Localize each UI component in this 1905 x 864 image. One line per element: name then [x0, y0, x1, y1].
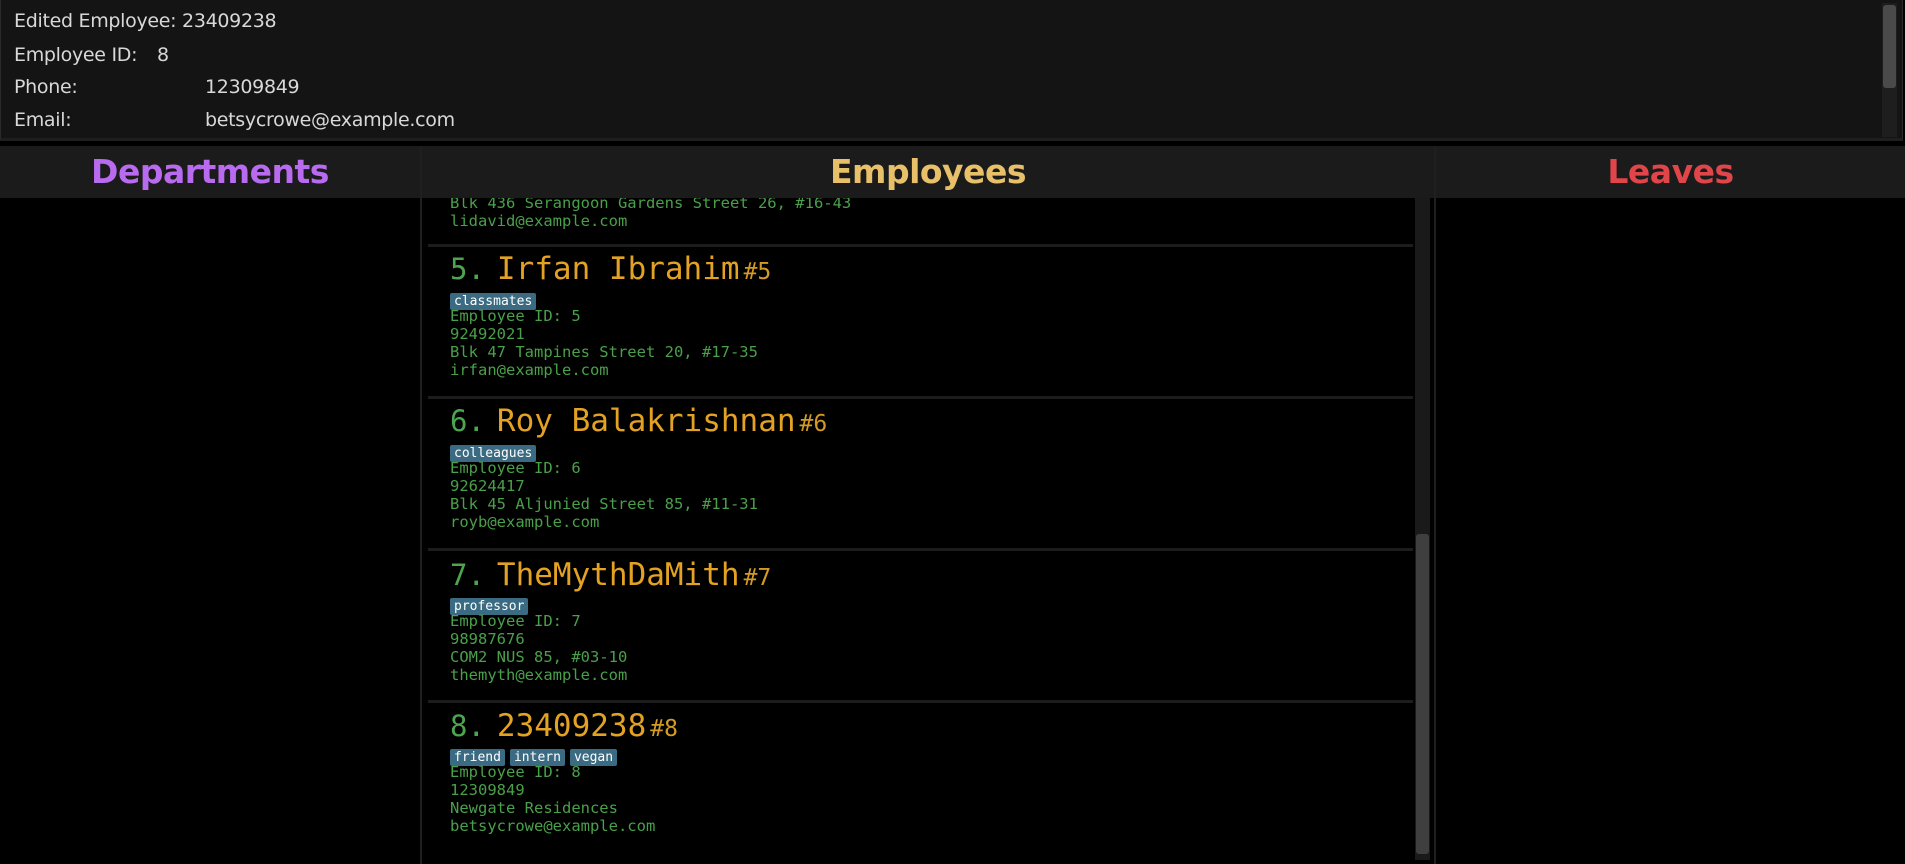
result-scrollbar-thumb[interactable] — [1883, 5, 1896, 88]
employee-phone: 98987676 — [450, 630, 525, 648]
employee-address: Blk 47 Tampines Street 20, #17-35 — [450, 343, 758, 361]
result-phone-label: Phone: — [14, 76, 78, 98]
employee-title-row: 7. TheMythDaMith #7 — [450, 557, 771, 593]
result-phone-line: Phone: 12309849 — [14, 76, 300, 98]
leaves-list — [1438, 198, 1905, 864]
result-edited-line: Edited Employee: 23409238 — [14, 10, 277, 32]
departments-list — [0, 198, 420, 864]
employee-email: irfan@example.com — [450, 361, 609, 379]
employee-index: 8. — [450, 709, 485, 743]
employee-email: themyth@example.com — [450, 666, 628, 684]
employee-id-tag: #6 — [799, 411, 828, 437]
employee-id: Employee ID: 5 — [450, 307, 581, 325]
employee-name: Roy Balakrishnan — [496, 403, 796, 439]
employee-email: lidavid@example.com — [450, 212, 628, 230]
result-email-value: betsycrowe@example.com — [205, 109, 455, 131]
employee-index: 5. — [450, 252, 485, 286]
employee-email: betsycrowe@example.com — [450, 817, 656, 835]
result-id-line: Employee ID: 8 — [14, 44, 169, 66]
employee-id: Employee ID: 6 — [450, 459, 581, 477]
result-id-label: Employee ID: — [14, 44, 138, 66]
result-display: Edited Employee: 23409238 Employee ID: 8… — [0, 0, 1903, 141]
employee-phone: 92492021 — [450, 325, 525, 343]
employee-index: 7. — [450, 558, 485, 592]
employee-index: 6. — [450, 404, 485, 438]
employee-address: Blk 45 Aljunied Street 85, #11-31 — [450, 495, 758, 513]
result-email-line: Email: betsycrowe@example.com — [14, 109, 455, 131]
result-id-value: 8 — [157, 44, 169, 66]
employee-email: royb@example.com — [450, 513, 600, 531]
employee-title-row: 8. 23409238 #8 — [450, 708, 678, 744]
result-phone-value: 12309849 — [205, 76, 300, 98]
departments-header: Departments — [0, 146, 420, 198]
employee-card[interactable]: 6. Roy Balakrishnan #6 colleagues Employee… — [428, 399, 1413, 551]
leaves-header: Leaves — [1436, 146, 1905, 198]
employee-list[interactable]: Blk 436 Serangoon Gardens Street 26, #16… — [424, 198, 1424, 858]
employee-name: 23409238 — [496, 708, 647, 744]
employee-id: Employee ID: 8 — [450, 763, 581, 781]
employee-address: Blk 436 Serangoon Gardens Street 26, #16… — [450, 198, 852, 212]
panel-divider — [1434, 146, 1436, 864]
employee-phone: 12309849 — [450, 781, 525, 799]
employee-address: COM2 NUS 85, #03-10 — [450, 648, 628, 666]
employee-list-scrollbar-thumb[interactable] — [1416, 534, 1429, 854]
employees-header: Employees — [422, 146, 1434, 198]
panel-divider — [420, 146, 422, 864]
employee-phone: 92624417 — [450, 477, 525, 495]
employee-id: Employee ID: 7 — [450, 612, 581, 630]
employee-name: TheMythDaMith — [496, 557, 740, 593]
employee-card[interactable]: 8. 23409238 #8 friend intern vegan Employee … — [428, 703, 1413, 852]
employee-card[interactable]: 5. Irfan Ibrahim #5 classmates Employee ID… — [428, 247, 1413, 399]
employee-id-tag: #8 — [650, 716, 678, 742]
employee-id-tag: #7 — [743, 565, 772, 591]
employee-title-row: 6. Roy Balakrishnan #6 — [450, 403, 827, 439]
employee-list-scrollbar[interactable] — [1415, 198, 1430, 860]
employee-id-tag: #5 — [743, 259, 772, 285]
employee-name: Irfan Ibrahim — [496, 251, 740, 287]
employee-card-partial[interactable]: Blk 436 Serangoon Gardens Street 26, #16… — [428, 198, 1413, 247]
employee-title-row: 5. Irfan Ibrahim #5 — [450, 251, 771, 287]
employee-address: Newgate Residences — [450, 799, 618, 817]
employee-card[interactable]: 7. TheMythDaMith #7 professor Employee ID:… — [428, 551, 1413, 703]
result-email-label: Email: — [14, 109, 72, 131]
result-scrollbar[interactable] — [1882, 3, 1897, 137]
